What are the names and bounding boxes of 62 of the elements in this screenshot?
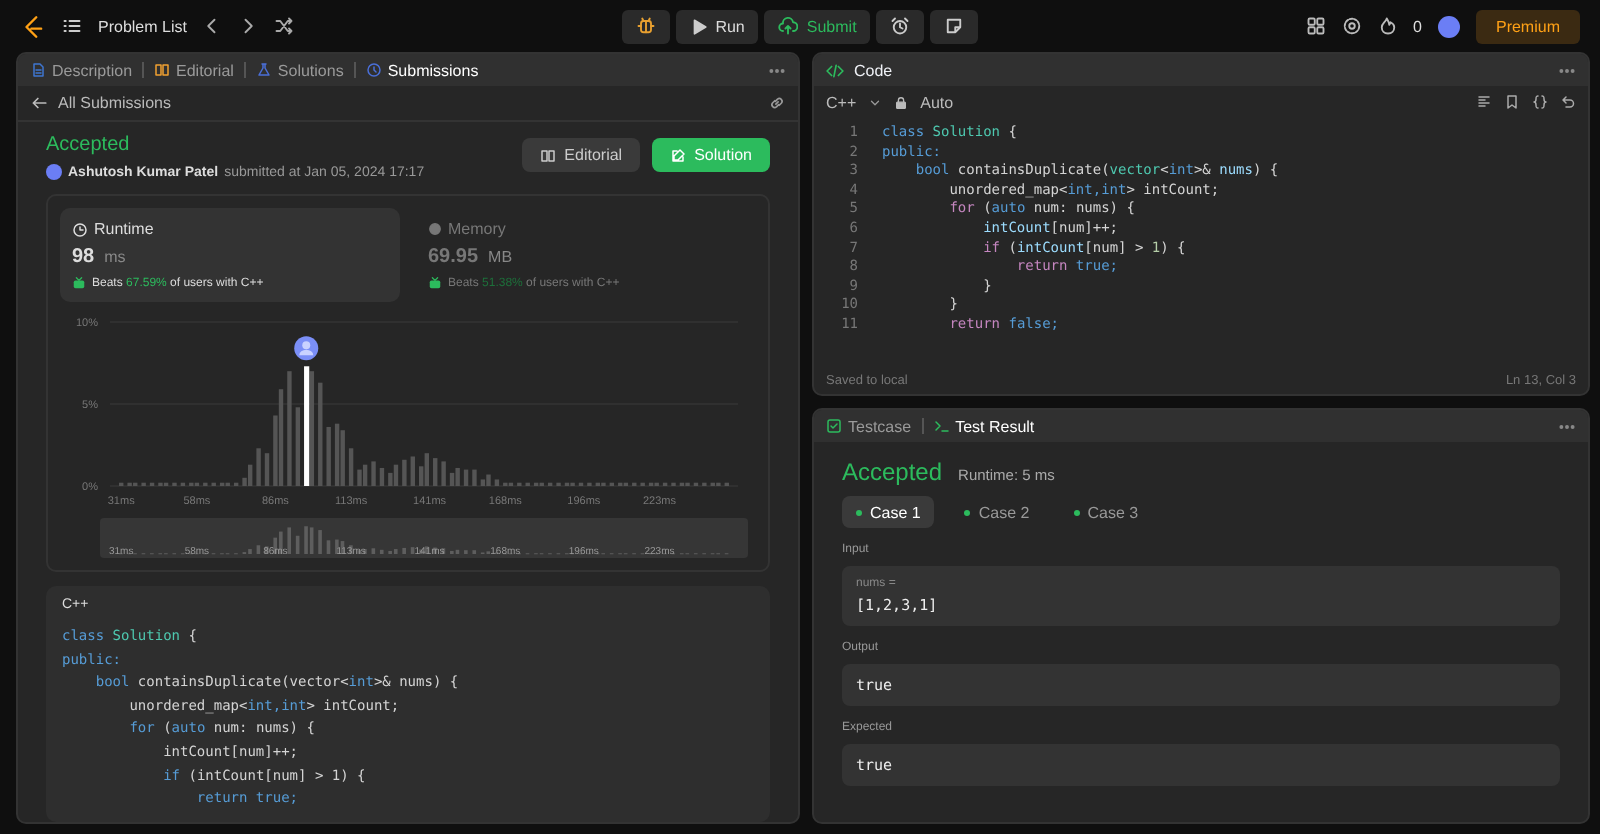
shuffle-icon[interactable] — [274, 16, 295, 36]
case-tab[interactable]: Case 2 — [950, 496, 1044, 528]
book-icon — [540, 147, 557, 163]
timer-button[interactable] — [876, 9, 925, 43]
panel-tab[interactable]: Submissions — [365, 61, 479, 79]
panel-tab[interactable]: Description — [30, 61, 133, 79]
metric-value: 69.95 — [428, 246, 479, 268]
book-icon — [154, 62, 171, 78]
format-icon[interactable] — [1476, 94, 1492, 110]
case-tab[interactable]: Case 1 — [842, 496, 935, 528]
premium-button[interactable]: Premium — [1475, 9, 1580, 43]
checkbox-icon — [826, 418, 842, 434]
editorial-button[interactable]: Editorial — [522, 138, 641, 172]
panel-tab[interactable]: Editorial — [154, 61, 234, 79]
panel-tab[interactable]: Solutions — [255, 61, 344, 79]
submit-button[interactable]: Submit — [764, 9, 871, 43]
panel-tab[interactable]: Testcase — [826, 417, 912, 435]
bookmark-icon[interactable] — [1504, 94, 1520, 110]
history-icon — [365, 62, 382, 78]
grid-icon[interactable] — [1305, 16, 1326, 36]
problem-list-link[interactable]: Problem List — [98, 17, 187, 35]
back-link[interactable]: All Submissions — [58, 94, 171, 112]
avatar — [46, 164, 62, 180]
play-icon — [689, 17, 708, 35]
terminal-icon — [933, 418, 950, 434]
undo-icon[interactable] — [1560, 94, 1576, 110]
clock-icon — [72, 221, 88, 237]
result-status: Accepted — [842, 458, 943, 486]
run-button[interactable]: Run — [675, 9, 759, 43]
metric-label: Runtime — [94, 220, 154, 238]
metric-unit: MB — [488, 248, 513, 266]
logo-icon[interactable] — [20, 13, 46, 39]
note-icon — [944, 16, 965, 36]
mode-label[interactable]: Auto — [920, 93, 954, 111]
metric-unit: ms — [104, 248, 126, 266]
code-icon — [826, 61, 844, 79]
document-icon — [30, 62, 46, 78]
panel-title: Code — [854, 61, 893, 79]
flask-icon — [255, 62, 272, 78]
streak-count: 0 — [1413, 17, 1422, 35]
lock-icon — [894, 95, 909, 109]
flame-icon[interactable] — [1377, 16, 1398, 36]
debug-button[interactable] — [621, 9, 670, 43]
settings-icon[interactable] — [1341, 16, 1362, 36]
notes-button[interactable] — [930, 9, 979, 43]
braces-icon[interactable] — [1532, 94, 1548, 110]
metric-label: Memory — [448, 220, 506, 238]
back-arrow-icon[interactable] — [30, 94, 48, 112]
case-tab[interactable]: Case 3 — [1059, 496, 1153, 528]
status-text: Accepted — [46, 134, 132, 156]
metric-value: 98 — [72, 246, 95, 268]
language-dropdown[interactable]: C++ — [826, 93, 857, 111]
list-icon[interactable] — [62, 16, 82, 36]
edit-icon — [670, 147, 687, 163]
avatar[interactable] — [1437, 15, 1460, 37]
panel-tab[interactable]: Test Result — [933, 417, 1035, 435]
bug-icon — [635, 16, 656, 36]
alarm-icon — [890, 16, 911, 36]
link-icon[interactable] — [768, 94, 786, 112]
avatar-marker — [294, 336, 319, 361]
cloud-upload-icon — [778, 16, 799, 36]
chevron-down-icon[interactable] — [868, 95, 883, 109]
